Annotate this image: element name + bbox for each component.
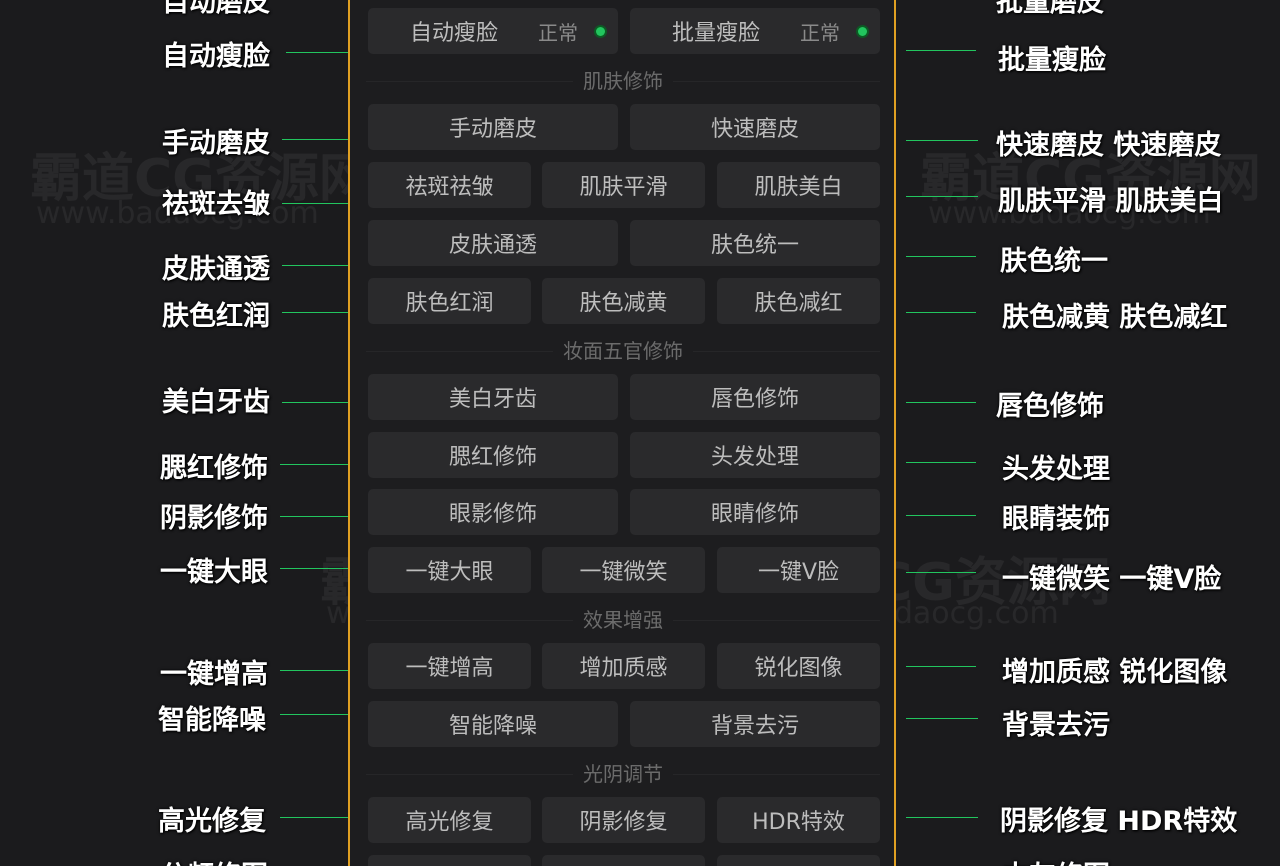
connector-line — [906, 256, 976, 257]
tone-less-red-button[interactable]: 肤色减红 — [717, 278, 880, 324]
connector-line — [280, 516, 348, 517]
connector-line — [280, 714, 348, 715]
status-indicator-icon — [596, 27, 605, 36]
partial-button[interactable] — [542, 855, 705, 866]
connector-line — [282, 312, 348, 313]
annotation-label: 高光修复 — [158, 806, 266, 837]
spot-wrinkle-button[interactable]: 祛斑祛皱 — [368, 162, 531, 208]
auto-slim-face-button[interactable]: 自动瘦脸 正常 — [368, 8, 618, 54]
connector-line — [280, 817, 348, 818]
connector-line — [906, 666, 976, 667]
annotation-label: 腮红修饰 — [160, 453, 268, 484]
section-title-effects: 效果增强 — [366, 607, 880, 633]
annotation-label: 增加质感 锐化图像 — [1002, 657, 1228, 688]
section-title-makeup: 妆面五官修饰 — [366, 338, 880, 364]
skin-clear-button[interactable]: 皮肤通透 — [368, 220, 618, 266]
annotation-label: 一键增高 — [160, 659, 268, 690]
tone-rosy-button[interactable]: 肤色红润 — [368, 278, 531, 324]
annotation-label: 批量磨皮 — [996, 0, 1104, 18]
annotated-plugin-screenshot: 霸道CG资源网 www.badaocg.com 霸道CG资源网 www.bada… — [0, 0, 1280, 866]
annotation-label: 批量瘦脸 — [998, 45, 1106, 76]
annotation-label: 肌肤平滑 肌肤美白 — [998, 186, 1224, 217]
annotation-label: 一键微笑 一键V脸 — [1002, 564, 1222, 595]
status-text: 正常 — [800, 20, 840, 45]
button-label: 批量瘦脸 — [671, 21, 760, 46]
blush-button[interactable]: 腮红修饰 — [368, 432, 618, 478]
connector-line — [906, 572, 976, 573]
v-face-button[interactable]: 一键V脸 — [717, 547, 880, 593]
annotation-label: 一键大眼 — [160, 557, 268, 588]
annotation-label: 分频修图 — [160, 854, 268, 866]
annotation-label: 祛斑去皱 — [162, 189, 270, 220]
eyes-button[interactable]: 眼睛修饰 — [630, 489, 880, 535]
skin-smooth-button[interactable]: 肌肤平滑 — [542, 162, 705, 208]
connector-line — [282, 203, 348, 204]
connector-line — [286, 52, 348, 53]
texture-button[interactable]: 增加质感 — [542, 643, 705, 689]
partial-button[interactable] — [368, 855, 531, 866]
quick-smooth-button[interactable]: 快速磨皮 — [630, 104, 880, 150]
partial-button[interactable] — [717, 855, 880, 866]
annotation-label: 中灰修图 — [1002, 854, 1110, 866]
hair-button[interactable]: 头发处理 — [630, 432, 880, 478]
annotation-label: 头发处理 — [1002, 454, 1110, 485]
annotation-label: 阴影修复 HDR特效 — [1000, 806, 1238, 837]
connector-line — [906, 402, 976, 403]
smile-button[interactable]: 一键微笑 — [542, 547, 705, 593]
denoise-button[interactable]: 智能降噪 — [368, 701, 618, 747]
connector-line — [282, 139, 348, 140]
connector-line — [280, 670, 348, 671]
annotation-label: 智能降噪 — [158, 705, 266, 736]
button-label: 自动瘦脸 — [409, 21, 498, 46]
connector-line — [906, 462, 976, 463]
shadow-fix-button[interactable]: 阴影修复 — [542, 797, 705, 843]
connector-line — [906, 140, 978, 141]
manual-smooth-button[interactable]: 手动磨皮 — [368, 104, 618, 150]
teeth-whiten-button[interactable]: 美白牙齿 — [368, 374, 618, 420]
annotation-label: 手动磨皮 — [162, 128, 270, 159]
bg-clean-button[interactable]: 背景去污 — [630, 701, 880, 747]
connector-line — [906, 50, 976, 51]
eyeshadow-button[interactable]: 眼影修饰 — [368, 489, 618, 535]
annotation-label: 皮肤通透 — [162, 254, 270, 285]
annotation-label: 背景去污 — [1002, 710, 1110, 741]
connector-line — [280, 464, 348, 465]
annotation-label: 肤色红润 — [162, 301, 270, 332]
connector-line — [282, 402, 348, 403]
annotation-label: 阴影修饰 — [160, 503, 268, 534]
annotation-label: 眼睛装饰 — [1002, 504, 1110, 535]
annotation-label: 自动磨皮 — [162, 0, 270, 18]
hdr-button[interactable]: HDR特效 — [717, 797, 880, 843]
status-text: 正常 — [538, 20, 578, 45]
annotation-label: 快速磨皮 快速磨皮 — [996, 130, 1222, 161]
lip-color-button[interactable]: 唇色修饰 — [630, 374, 880, 420]
connector-line — [906, 196, 978, 197]
tone-unify-button[interactable]: 肤色统一 — [630, 220, 880, 266]
annotation-label: 美白牙齿 — [162, 387, 270, 418]
connector-line — [282, 265, 348, 266]
annotation-label: 唇色修饰 — [996, 391, 1104, 422]
annotation-label: 肤色统一 — [1000, 246, 1108, 277]
big-eyes-button[interactable]: 一键大眼 — [368, 547, 531, 593]
heighten-button[interactable]: 一键增高 — [368, 643, 531, 689]
connector-line — [280, 568, 348, 569]
skin-whiten-button[interactable]: 肌肤美白 — [717, 162, 880, 208]
connector-line — [906, 515, 976, 516]
connector-line — [906, 312, 976, 313]
section-title-skin: 肌肤修饰 — [366, 68, 880, 94]
tone-less-yellow-button[interactable]: 肤色减黄 — [542, 278, 705, 324]
sharpen-button[interactable]: 锐化图像 — [717, 643, 880, 689]
batch-slim-face-button[interactable]: 批量瘦脸 正常 — [630, 8, 880, 54]
status-indicator-icon — [858, 27, 867, 36]
annotation-label: 自动瘦脸 — [162, 41, 270, 72]
highlight-fix-button[interactable]: 高光修复 — [368, 797, 531, 843]
section-title-light: 光阴调节 — [366, 761, 880, 787]
connector-line — [906, 718, 978, 719]
annotation-label: 肤色减黄 肤色减红 — [1002, 302, 1228, 333]
connector-line — [906, 817, 978, 818]
